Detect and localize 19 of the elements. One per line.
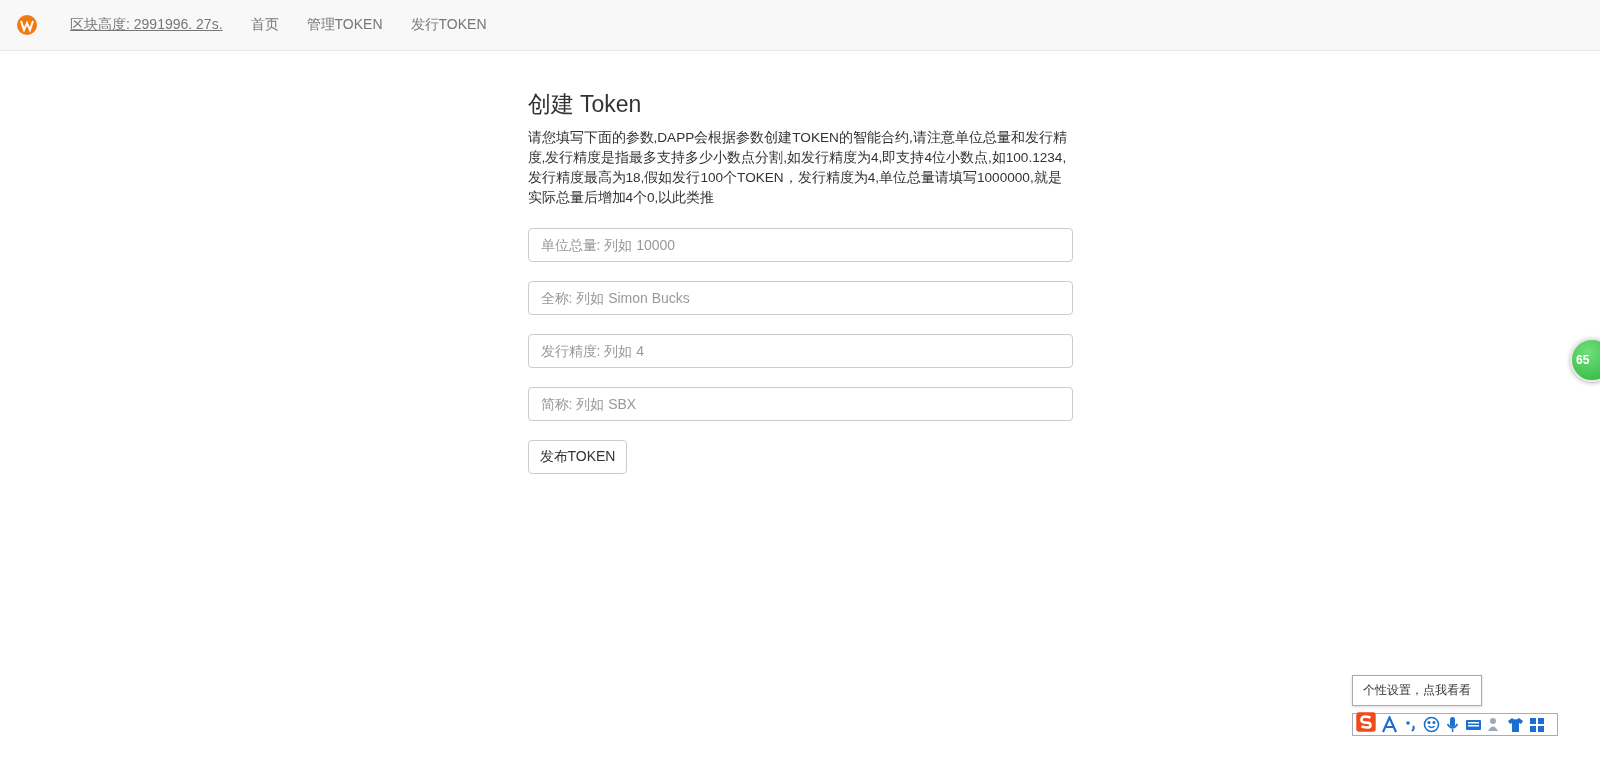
nav-link[interactable]: 管理TOKEN <box>306 16 383 34</box>
input-field[interactable]: 发行精度: 列如 4 <box>527 334 1073 368</box>
smiley-icon[interactable] <box>1423 716 1440 733</box>
tooltip: 个性设置，点我看看 <box>1352 675 1482 706</box>
page-title: 创建 Token <box>527 90 643 119</box>
nav-link[interactable]: 发行TOKEN <box>410 16 487 34</box>
description-text: 请您填写下面的参数,DAPP会根据参数创建TOKEN的智能合约,请注意单位总量和发行精度,发行精度是指最多支持多少小数点分割,如发行精度为4,即支持4位小数点,如100.1234,发行精度最高为18,假如发行100个TOKEN，发行精度为4,单位总量请填写1000000,就是实际总量后增加4个0,以此类推 <box>527 129 1068 207</box>
nav-link[interactable]: 首页 <box>250 16 279 34</box>
grid-icon[interactable] <box>1528 716 1545 733</box>
microphone-icon[interactable] <box>1444 716 1461 733</box>
block-height-link[interactable]: 区块高度: 2991996. 27s. <box>70 16 223 34</box>
publish-button[interactable]: 发布TOKEN <box>527 440 628 474</box>
input-field[interactable]: 单位总量: 列如 10000 <box>527 228 1073 262</box>
logo-s-icon[interactable] <box>1355 710 1377 733</box>
input-field[interactable]: 全称: 列如 Simon Bucks <box>527 281 1073 315</box>
logo-icon[interactable] <box>16 14 38 36</box>
tshirt-icon[interactable] <box>1507 716 1524 733</box>
letter-a-icon[interactable] <box>1381 716 1398 733</box>
input-field[interactable]: 简称: 列如 SBX <box>527 387 1073 421</box>
